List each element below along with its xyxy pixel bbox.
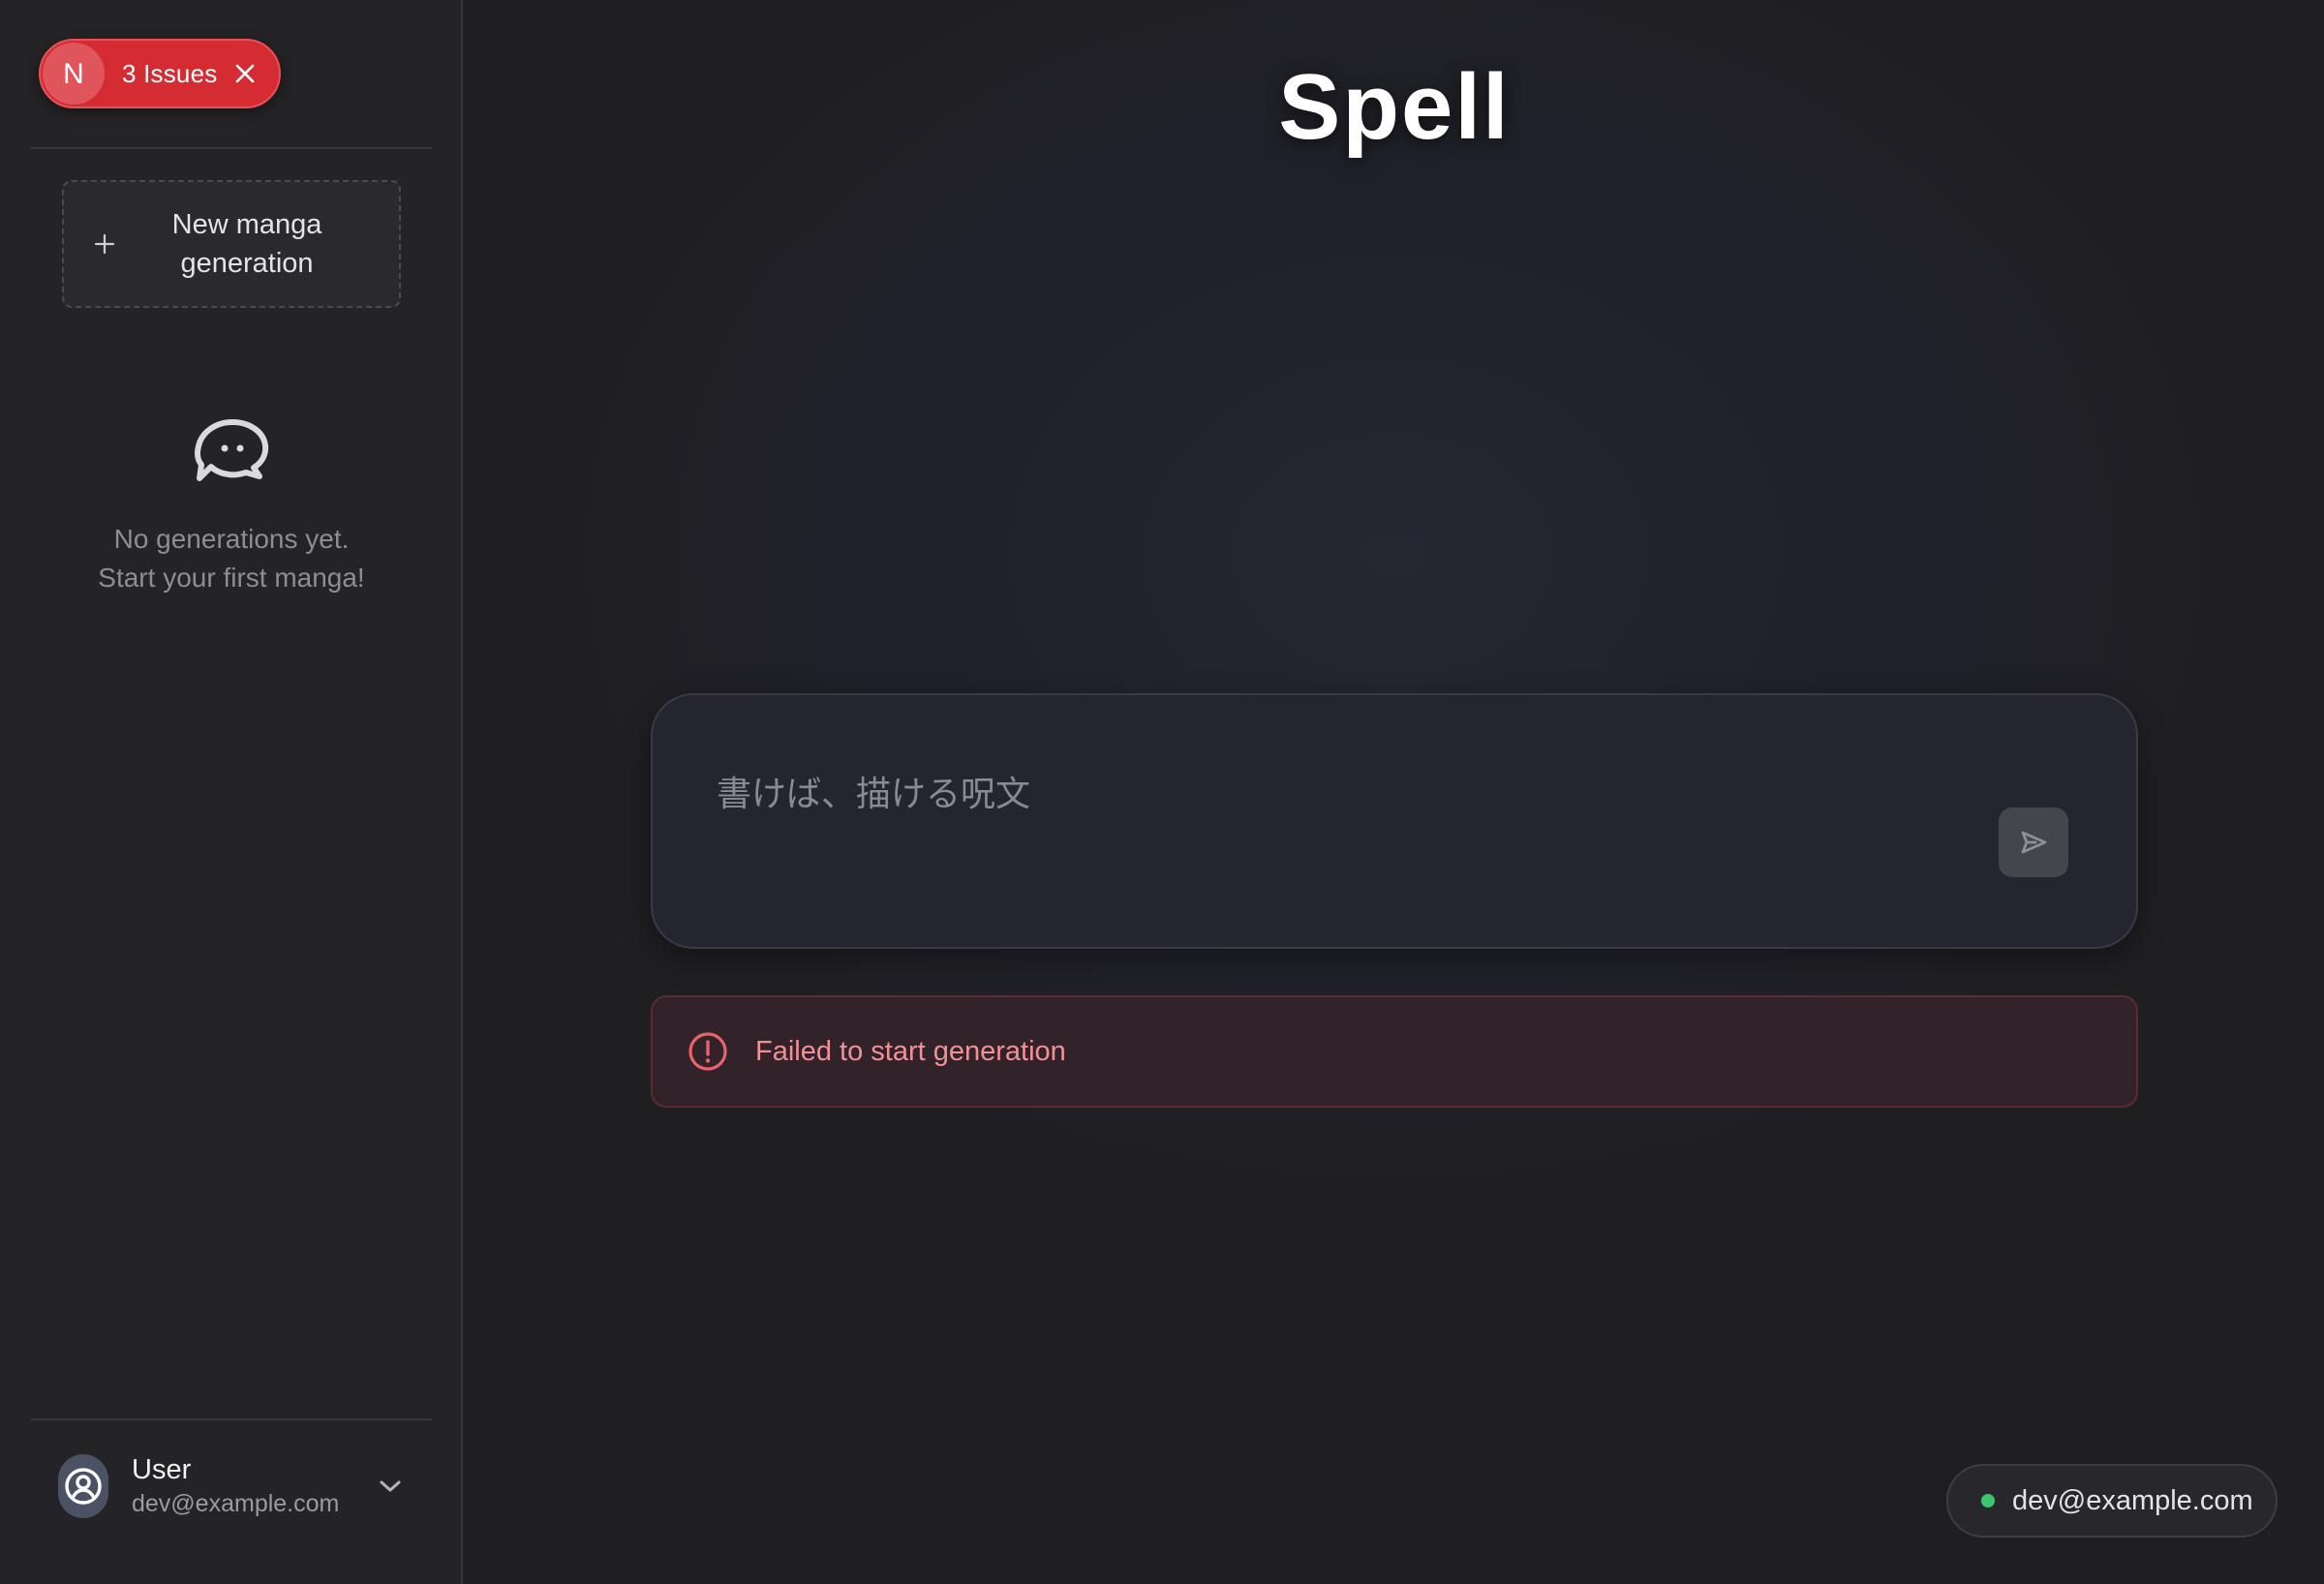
chat-bubble-icon	[190, 416, 273, 486]
sidebar-divider	[31, 147, 432, 149]
n-logo-icon: N	[43, 43, 105, 105]
chevron-down-icon[interactable]	[378, 1477, 403, 1495]
main-area: Spell Failed to start generation	[465, 0, 2324, 1584]
error-message: Failed to start generation	[755, 1035, 1066, 1067]
send-button[interactable]	[1999, 807, 2068, 877]
empty-state: No generations yet. Start your first man…	[39, 416, 424, 597]
issues-badge-button[interactable]: N 3 Issues	[39, 39, 281, 108]
user-info: User dev@example.com	[132, 1452, 339, 1520]
online-status-dot	[1981, 1494, 1995, 1508]
user-circle-icon	[58, 1454, 108, 1518]
sidebar: N 3 Issues New manga generation No gener…	[0, 0, 463, 1584]
send-icon	[2021, 831, 2047, 854]
page-title: Spell	[1278, 55, 1511, 159]
new-manga-generation-label: New manga generation	[171, 209, 322, 279]
prompt-box	[651, 693, 2138, 949]
account-status-chip[interactable]: dev@example.com	[1946, 1464, 2278, 1538]
empty-state-line-2: Start your first manga!	[98, 563, 365, 593]
empty-state-text: No generations yet. Start your first man…	[39, 520, 424, 597]
n-logo-letter: N	[63, 59, 84, 88]
new-manga-generation-button[interactable]: New manga generation	[62, 180, 401, 308]
plus-icon	[85, 233, 124, 255]
user-email: dev@example.com	[132, 1490, 340, 1517]
empty-state-line-1: No generations yet.	[113, 524, 350, 554]
user-menu[interactable]: User dev@example.com	[58, 1450, 407, 1522]
close-icon[interactable]	[234, 63, 256, 84]
issues-count-label: 3 Issues	[122, 58, 218, 88]
app-window: N 3 Issues New manga generation No gener…	[0, 0, 2324, 1584]
alert-circle-icon	[688, 1031, 728, 1072]
prompt-input[interactable]	[715, 765, 1973, 823]
user-name: User	[132, 1454, 192, 1485]
sidebar-divider	[31, 1418, 432, 1420]
status-chip-email: dev@example.com	[2012, 1484, 2253, 1516]
error-banner: Failed to start generation	[651, 995, 2138, 1108]
